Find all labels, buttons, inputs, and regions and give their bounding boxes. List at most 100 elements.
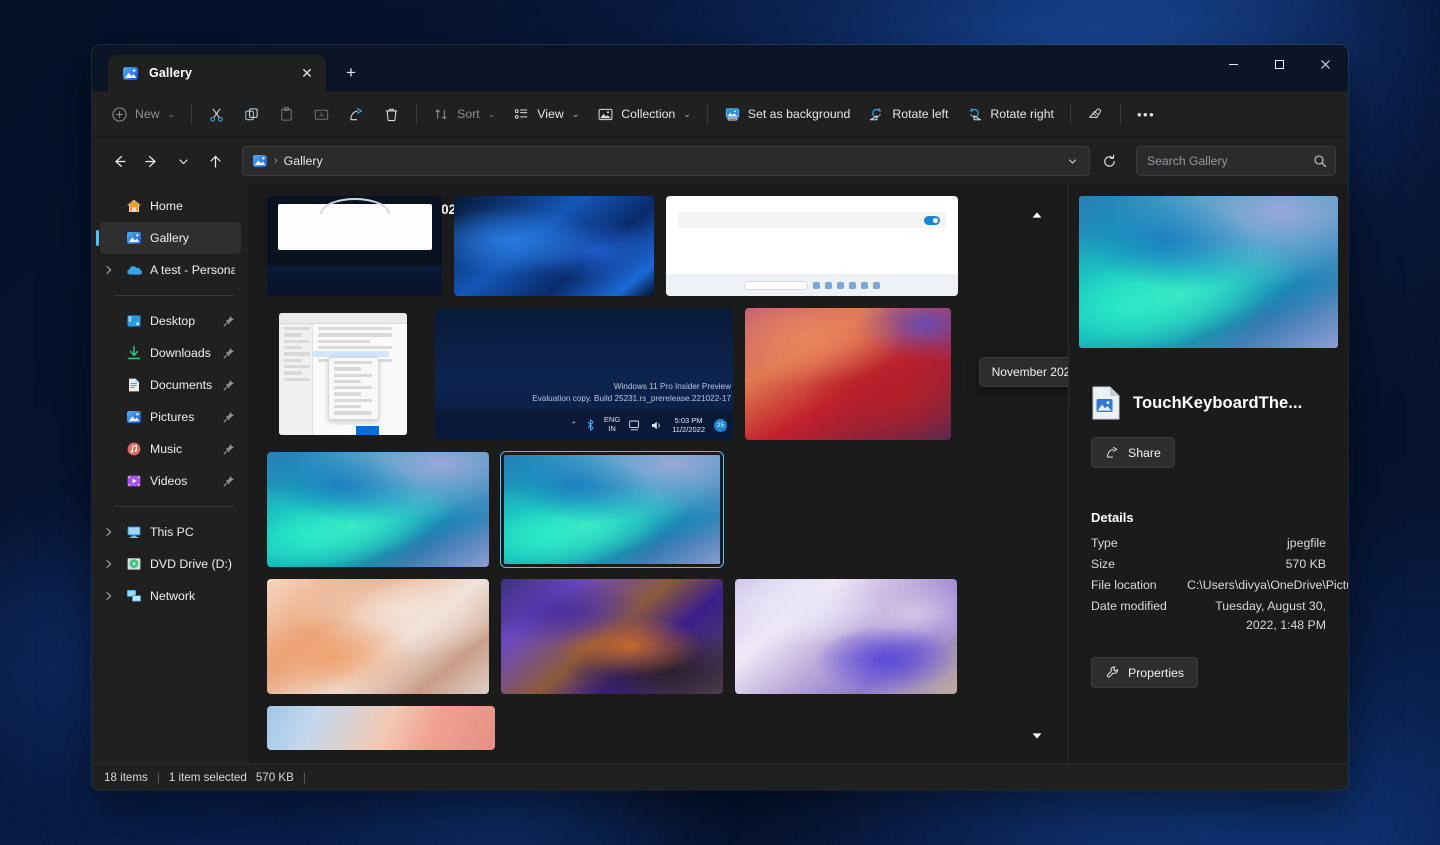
recent-locations-button[interactable]	[168, 146, 198, 176]
collection-label: Collection	[621, 107, 675, 121]
thumbnail-teal-silk-b[interactable]	[501, 452, 723, 567]
sidebar-item-videos[interactable]: Videos	[100, 465, 241, 497]
detail-row-date-modified: Date modified Tuesday, August 30, 2022, …	[1091, 597, 1326, 635]
sidebar-item-gallery[interactable]: Gallery	[100, 222, 241, 254]
maximize-button[interactable]	[1256, 45, 1302, 83]
thumbnail-art	[666, 196, 958, 296]
share-toolbar-button[interactable]	[339, 98, 374, 130]
tab-gallery[interactable]: Gallery ✕	[108, 55, 326, 91]
thumbnail-art	[735, 452, 957, 567]
more-options-label: •••	[1137, 107, 1155, 122]
sidebar-item-network[interactable]: Network	[100, 580, 241, 612]
thumbnail-dark-window[interactable]	[267, 196, 442, 296]
set-as-background-button[interactable]: Set as background	[715, 98, 860, 130]
share-icon	[348, 106, 365, 123]
back-button[interactable]	[104, 146, 134, 176]
sidebar-item-this-pc[interactable]: This PC	[100, 516, 241, 548]
command-bar: New ⌄ A	[92, 91, 1348, 138]
pin-icon[interactable]	[223, 411, 235, 423]
thumbnail-peach-dunes[interactable]	[267, 579, 489, 694]
pin-icon[interactable]	[223, 347, 235, 359]
up-button[interactable]	[200, 146, 230, 176]
thumbnail-art	[501, 579, 723, 694]
sidebar-label: Videos	[150, 474, 215, 488]
tray-language: ENG IN	[604, 416, 620, 433]
thumbnail-art	[267, 308, 423, 440]
set-as-background-label: Set as background	[748, 107, 851, 121]
sidebar-item-home[interactable]: Home	[100, 190, 241, 222]
thumbnail-copper-silk[interactable]	[735, 452, 957, 567]
sidebar-item-downloads[interactable]: Downloads	[100, 337, 241, 369]
edit-in-photos-button[interactable]	[1078, 98, 1113, 130]
sort-button[interactable]: Sort ⌄	[424, 98, 504, 130]
scroll-up-button[interactable]	[1026, 204, 1048, 226]
sidebar-item-a-test-personal[interactable]: A test - Personal	[100, 254, 241, 286]
breadcrumb-separator: ›	[274, 155, 278, 167]
thumbnail-teal-silk-a[interactable]	[267, 452, 489, 567]
svg-text:A: A	[319, 112, 324, 119]
detail-value: C:\Users\divya\OneDrive\Pictures	[1187, 576, 1348, 595]
search-input[interactable]	[1147, 154, 1307, 168]
sidebar-item-dvd-drive[interactable]: DVD Drive (D:) CCC	[100, 548, 241, 580]
pin-icon[interactable]	[223, 315, 235, 327]
properties-button[interactable]: Properties	[1091, 657, 1198, 688]
rename-button[interactable]: A	[304, 98, 339, 130]
thumb-context-menu	[328, 357, 379, 420]
thumbnail-blue-fabric[interactable]	[454, 196, 654, 296]
minimize-button[interactable]	[1210, 45, 1256, 83]
thumb-dot	[873, 282, 880, 289]
cut-button[interactable]	[199, 98, 234, 130]
chevron-right-icon[interactable]	[100, 559, 118, 569]
delete-button[interactable]	[374, 98, 409, 130]
share-button[interactable]: Share	[1091, 437, 1175, 468]
details-pane: TouchKeyboardThe... Share Details Type j…	[1068, 184, 1348, 763]
forward-button[interactable]	[136, 146, 166, 176]
thumbnail-violet-wave[interactable]	[501, 579, 723, 694]
thumbnail-settings-page[interactable]	[666, 196, 958, 296]
thumbnail-pastel-gradient[interactable]	[267, 706, 495, 750]
thumbnail-windows11-desktop[interactable]: Windows 11 Pro Insider Preview Evaluatio…	[435, 308, 733, 440]
pin-icon[interactable]	[223, 475, 235, 487]
sidebar-item-documents[interactable]: Documents	[100, 369, 241, 401]
close-icon[interactable]: ✕	[294, 60, 320, 86]
pin-icon[interactable]	[223, 379, 235, 391]
breadcrumb[interactable]: › Gallery	[242, 146, 1090, 176]
detail-key: File location	[1091, 576, 1187, 595]
downloads-icon	[126, 345, 142, 361]
breadcrumb-current[interactable]: Gallery	[284, 154, 1053, 168]
new-button[interactable]: New ⌄	[102, 98, 184, 130]
chevron-right-icon[interactable]	[100, 527, 118, 537]
thumbnail-red-wave[interactable]	[745, 308, 951, 440]
thumbnail-file-explorer[interactable]	[267, 308, 423, 440]
sidebar-divider-2	[114, 506, 233, 507]
pin-icon[interactable]	[223, 443, 235, 455]
sidebar-item-pictures[interactable]: Pictures	[100, 401, 241, 433]
sort-label: Sort	[457, 107, 480, 121]
close-window-button[interactable]	[1302, 45, 1348, 83]
detail-key: Date modified	[1091, 597, 1187, 635]
thumbnail-grid: Windows 11 Pro Insider Preview Evaluatio…	[267, 228, 996, 763]
details-section-title: Details	[1091, 510, 1326, 525]
sidebar-item-music[interactable]: Music	[100, 433, 241, 465]
thumb-system-tray: ⌃ ENG IN	[435, 410, 733, 440]
collection-button[interactable]: Collection ⌄	[588, 98, 700, 130]
thumbnail-lilac-wave[interactable]	[735, 579, 957, 694]
sidebar-label: Gallery	[150, 231, 235, 245]
new-tab-button[interactable]: +	[334, 56, 368, 90]
refresh-button[interactable]	[1094, 146, 1124, 176]
paste-button[interactable]	[269, 98, 304, 130]
view-button[interactable]: View ⌄	[504, 98, 588, 130]
tab-title: Gallery	[149, 66, 284, 80]
copy-button[interactable]	[234, 98, 269, 130]
thumbnail-art	[454, 196, 654, 296]
rotate-left-button[interactable]: Rotate left	[859, 98, 957, 130]
search-box[interactable]	[1136, 146, 1336, 176]
chevron-right-icon[interactable]	[100, 591, 118, 601]
sidebar-label: A test - Personal	[150, 263, 235, 277]
chevron-right-icon[interactable]	[100, 265, 118, 275]
breadcrumb-dropdown-icon[interactable]	[1059, 148, 1085, 174]
sidebar-item-desktop[interactable]: Desktop	[100, 305, 241, 337]
more-options-button[interactable]: •••	[1128, 98, 1164, 130]
scroll-down-button[interactable]	[1026, 725, 1048, 747]
rotate-right-button[interactable]: Rotate right	[957, 98, 1063, 130]
